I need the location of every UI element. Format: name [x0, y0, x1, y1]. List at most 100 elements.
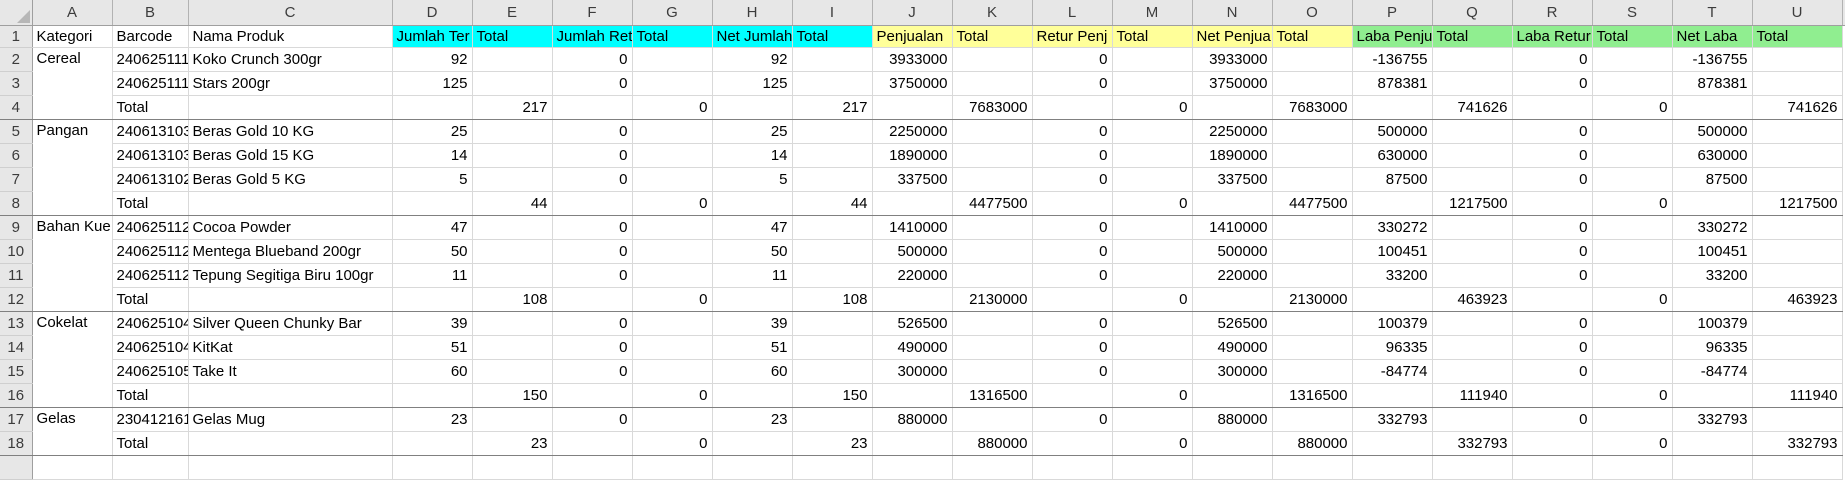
- cell-M6[interactable]: [1112, 143, 1192, 167]
- cell-P14[interactable]: 96335: [1352, 335, 1432, 359]
- cell-R18[interactable]: [1512, 431, 1592, 455]
- cell-P18[interactable]: [1352, 431, 1432, 455]
- cell-J1[interactable]: Penjualan: [872, 25, 952, 47]
- cell-U1[interactable]: Total: [1752, 25, 1842, 47]
- cell-E13[interactable]: [472, 311, 552, 335]
- cell-O10[interactable]: [1272, 239, 1352, 263]
- cell-E19[interactable]: [472, 455, 552, 479]
- cell-G4[interactable]: 0: [632, 95, 712, 119]
- cell-L15[interactable]: 0: [1032, 359, 1112, 383]
- cell-F4[interactable]: [552, 95, 632, 119]
- cell-R11[interactable]: 0: [1512, 263, 1592, 287]
- cell-G3[interactable]: [632, 71, 712, 95]
- cell-M12[interactable]: 0: [1112, 287, 1192, 311]
- cell-C18[interactable]: [188, 431, 392, 455]
- cell-S19[interactable]: [1592, 455, 1672, 479]
- cell-F2[interactable]: 0: [552, 47, 632, 71]
- cell-L2[interactable]: 0: [1032, 47, 1112, 71]
- cell-S7[interactable]: [1592, 167, 1672, 191]
- cell-T10[interactable]: 100451: [1672, 239, 1752, 263]
- column-header-T[interactable]: T: [1672, 0, 1752, 25]
- cell-J9[interactable]: 1410000: [872, 215, 952, 239]
- cell-Q8[interactable]: 1217500: [1432, 191, 1512, 215]
- row-header-4[interactable]: 4: [0, 95, 32, 119]
- cell-L3[interactable]: 0: [1032, 71, 1112, 95]
- cell-O17[interactable]: [1272, 407, 1352, 431]
- column-header-D[interactable]: D: [392, 0, 472, 25]
- cell-M8[interactable]: 0: [1112, 191, 1192, 215]
- cell-Q6[interactable]: [1432, 143, 1512, 167]
- column-header-H[interactable]: H: [712, 0, 792, 25]
- cell-Q15[interactable]: [1432, 359, 1512, 383]
- cell-C13[interactable]: Silver Queen Chunky Bar: [188, 311, 392, 335]
- cell-Q3[interactable]: [1432, 71, 1512, 95]
- cell-R9[interactable]: 0: [1512, 215, 1592, 239]
- row-header-19[interactable]: [0, 455, 32, 479]
- cell-D4[interactable]: [392, 95, 472, 119]
- cell-S3[interactable]: [1592, 71, 1672, 95]
- cell-Q16[interactable]: 111940: [1432, 383, 1512, 407]
- cell-D13[interactable]: 39: [392, 311, 472, 335]
- cell-R8[interactable]: [1512, 191, 1592, 215]
- cell-N4[interactable]: [1192, 95, 1272, 119]
- cell-E15[interactable]: [472, 359, 552, 383]
- cell-D8[interactable]: [392, 191, 472, 215]
- cell-R7[interactable]: 0: [1512, 167, 1592, 191]
- cell-G5[interactable]: [632, 119, 712, 143]
- cell-T8[interactable]: [1672, 191, 1752, 215]
- cell-E16[interactable]: 150: [472, 383, 552, 407]
- cell-G1[interactable]: Total: [632, 25, 712, 47]
- cell-D9[interactable]: 47: [392, 215, 472, 239]
- cell-Q11[interactable]: [1432, 263, 1512, 287]
- cell-K17[interactable]: [952, 407, 1032, 431]
- cell-P3[interactable]: 878381: [1352, 71, 1432, 95]
- cell-K1[interactable]: Total: [952, 25, 1032, 47]
- column-header-C[interactable]: C: [188, 0, 392, 25]
- cell-F15[interactable]: 0: [552, 359, 632, 383]
- cell-K19[interactable]: [952, 455, 1032, 479]
- cell-M17[interactable]: [1112, 407, 1192, 431]
- cell-K11[interactable]: [952, 263, 1032, 287]
- cell-T18[interactable]: [1672, 431, 1752, 455]
- cell-F5[interactable]: 0: [552, 119, 632, 143]
- cell-T13[interactable]: 100379: [1672, 311, 1752, 335]
- cell-K12[interactable]: 2130000: [952, 287, 1032, 311]
- cell-S17[interactable]: [1592, 407, 1672, 431]
- cell-B7[interactable]: 240613102: [112, 167, 188, 191]
- cell-L10[interactable]: 0: [1032, 239, 1112, 263]
- cell-N11[interactable]: 220000: [1192, 263, 1272, 287]
- cell-C4[interactable]: [188, 95, 392, 119]
- cell-P5[interactable]: 500000: [1352, 119, 1432, 143]
- cell-C16[interactable]: [188, 383, 392, 407]
- column-header-U[interactable]: U: [1752, 0, 1842, 25]
- cell-F1[interactable]: Jumlah Ret: [552, 25, 632, 47]
- cell-I18[interactable]: 23: [792, 431, 872, 455]
- cell-H13[interactable]: 39: [712, 311, 792, 335]
- cell-K8[interactable]: 4477500: [952, 191, 1032, 215]
- cell-C1[interactable]: Nama Produk: [188, 25, 392, 47]
- cell-M15[interactable]: [1112, 359, 1192, 383]
- cell-N9[interactable]: 1410000: [1192, 215, 1272, 239]
- cell-N10[interactable]: 500000: [1192, 239, 1272, 263]
- cell-G17[interactable]: [632, 407, 712, 431]
- cell-H19[interactable]: [712, 455, 792, 479]
- cell-Q19[interactable]: [1432, 455, 1512, 479]
- cell-C6[interactable]: Beras Gold 15 KG: [188, 143, 392, 167]
- cell-Q12[interactable]: 463923: [1432, 287, 1512, 311]
- cell-P2[interactable]: -136755: [1352, 47, 1432, 71]
- column-header-F[interactable]: F: [552, 0, 632, 25]
- cell-D18[interactable]: [392, 431, 472, 455]
- cell-G6[interactable]: [632, 143, 712, 167]
- cell-R17[interactable]: 0: [1512, 407, 1592, 431]
- cell-A9-category[interactable]: Bahan Kue: [32, 215, 112, 311]
- cell-U2[interactable]: [1752, 47, 1842, 71]
- cell-O14[interactable]: [1272, 335, 1352, 359]
- cell-K7[interactable]: [952, 167, 1032, 191]
- row-header-16[interactable]: 16: [0, 383, 32, 407]
- cell-F9[interactable]: 0: [552, 215, 632, 239]
- cell-B8[interactable]: Total: [112, 191, 188, 215]
- row-header-8[interactable]: 8: [0, 191, 32, 215]
- cell-M5[interactable]: [1112, 119, 1192, 143]
- cell-K5[interactable]: [952, 119, 1032, 143]
- cell-F14[interactable]: 0: [552, 335, 632, 359]
